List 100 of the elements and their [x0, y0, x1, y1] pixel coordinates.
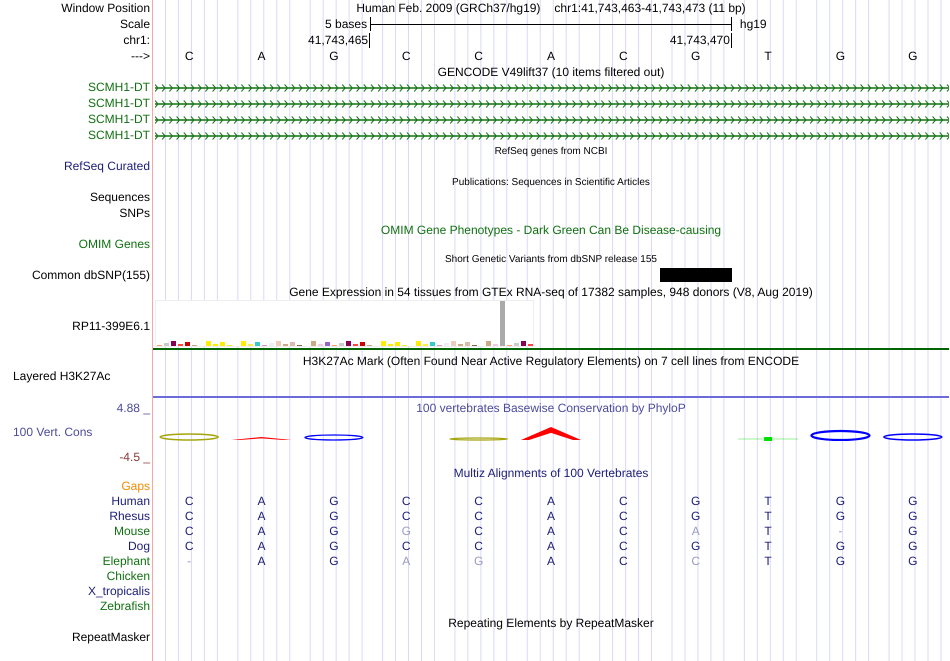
scale-text: 5 bases	[325, 16, 368, 32]
aligned-base: A	[546, 524, 556, 539]
track-label[interactable]: RefSeq Curated	[64, 158, 150, 174]
aligned-base: G	[907, 509, 918, 524]
track-label: Window Position	[61, 1, 150, 15]
base-letter: C	[400, 48, 412, 64]
track-title: RefSeq genes from NCBI	[494, 146, 608, 158]
aligned-base: -	[186, 554, 192, 569]
track-title: H3K27Ac Mark (Often Found Near Active Regulatory Elements) on 7 cell lines from ENCODE	[302, 353, 800, 369]
aligned-base: C	[400, 539, 412, 554]
coordinate-label: 41,743,470	[670, 32, 730, 48]
aligned-base: C	[473, 524, 484, 539]
track-title: Gene Expression in 54 tissues from GTEx RNA-seq of 17382 samples, 948 donors (V8, Aug 2019)	[289, 285, 813, 300]
aligned-base: G	[328, 509, 340, 524]
track-title: Short Genetic Variants from dbSNP release 155	[445, 254, 657, 266]
aligned-base: C	[400, 509, 412, 524]
aligned-base: G	[690, 494, 702, 509]
strand-label: --->	[131, 49, 150, 63]
track-label[interactable]: SCMH1-DT	[88, 127, 150, 143]
assembly-label: hg19	[738, 16, 767, 32]
aligned-base: A	[401, 554, 412, 569]
axis-min-label: -4.5 _	[119, 449, 150, 465]
aligned-base: T	[763, 494, 773, 509]
aligned-base: G	[328, 539, 340, 554]
track-title: GENCODE V49lift37 (10 items filtered out)	[438, 64, 664, 80]
track-label[interactable]: OMIM Genes	[78, 236, 150, 252]
position-text: chr1:41,743,463-41,743,473 (11 bp)	[554, 0, 746, 16]
aligned-base: C	[184, 509, 195, 524]
aligned-base: G	[834, 494, 846, 509]
track-label[interactable]: 100 Vert. Cons	[13, 424, 92, 440]
track-label[interactable]: Sequences	[90, 189, 150, 205]
aligned-base: G	[907, 539, 918, 554]
base-letter: A	[546, 48, 556, 64]
aligned-base: G	[834, 509, 846, 524]
aligned-base: A	[546, 509, 556, 524]
aligned-base: A	[256, 539, 267, 554]
base-letter: G	[328, 48, 340, 64]
aligned-base: G	[472, 554, 484, 569]
aligned-base: C	[473, 509, 484, 524]
track-label[interactable]: Layered H3K27Ac	[13, 368, 110, 384]
base-letter: G	[834, 48, 846, 64]
base-letter: T	[763, 48, 773, 64]
track-title: Publications: Sequences in Scientific Articles	[452, 177, 650, 189]
aligned-base: C	[400, 494, 412, 509]
species-label[interactable]: Dog	[128, 539, 150, 554]
aligned-base: G	[834, 539, 846, 554]
aligned-base: G	[907, 494, 918, 509]
track-label[interactable]: SCMH1-DT	[88, 111, 150, 127]
aligned-base: G	[328, 494, 340, 509]
aligned-base: A	[546, 554, 556, 569]
aligned-base: C	[184, 494, 195, 509]
aligned-base: -	[837, 524, 844, 539]
aligned-base: C	[618, 509, 629, 524]
aligned-base: C	[473, 494, 484, 509]
track-label: Scale	[120, 17, 150, 31]
aligned-base: C	[618, 539, 629, 554]
base-letter: G	[690, 48, 702, 64]
aligned-base: A	[256, 494, 267, 509]
coordinate-label: 41,743,465	[308, 32, 368, 48]
base-letter: A	[256, 48, 267, 64]
base-letter: C	[473, 48, 484, 64]
track-label[interactable]: SCMH1-DT	[88, 79, 150, 95]
aligned-base: C	[618, 554, 629, 569]
aligned-base: C	[184, 524, 195, 539]
base-letter: C	[184, 48, 195, 64]
track-title: Multiz Alignments of 100 Vertebrates	[454, 465, 648, 481]
aligned-base: A	[256, 524, 267, 539]
species-label[interactable]: Elephant	[102, 554, 150, 569]
species-label[interactable]: X_tropicalis	[88, 584, 150, 599]
aligned-base: G	[834, 554, 846, 569]
species-label[interactable]: Mouse	[114, 524, 150, 539]
species-label[interactable]: Human	[111, 494, 150, 509]
base-letter: C	[618, 48, 629, 64]
track-label[interactable]: SCMH1-DT	[88, 95, 150, 111]
aligned-base: G	[690, 539, 702, 554]
track-title: Repeating Elements by RepeatMasker	[448, 615, 654, 631]
aligned-base: A	[256, 554, 267, 569]
aligned-base: T	[763, 539, 773, 554]
track-label[interactable]: RepeatMasker	[72, 629, 150, 645]
aligned-base: T	[763, 524, 773, 539]
aligned-base: G	[400, 524, 412, 539]
track-label: chr1:	[123, 33, 150, 47]
aligned-base: G	[907, 554, 918, 569]
track-label[interactable]: Common dbSNP(155)	[32, 267, 150, 283]
aligned-base: C	[618, 494, 629, 509]
aligned-base: C	[473, 539, 484, 554]
track-label[interactable]: SNPs	[119, 205, 150, 221]
aligned-base: A	[256, 509, 267, 524]
species-label[interactable]: Zebrafish	[100, 599, 150, 614]
aligned-base: G	[328, 554, 340, 569]
species-label[interactable]: Chicken	[106, 569, 150, 584]
species-label[interactable]: Rhesus	[109, 509, 150, 524]
aligned-base: A	[546, 494, 556, 509]
track-title: 100 vertebrates Basewise Conservation by PhyloP	[416, 400, 686, 416]
base-letter: G	[907, 48, 918, 64]
aligned-base: C	[618, 524, 629, 539]
track-label[interactable]: RP11-399E6.1	[72, 318, 150, 334]
aligned-base: A	[546, 539, 556, 554]
aligned-base: C	[690, 554, 702, 569]
aligned-base: C	[184, 539, 195, 554]
